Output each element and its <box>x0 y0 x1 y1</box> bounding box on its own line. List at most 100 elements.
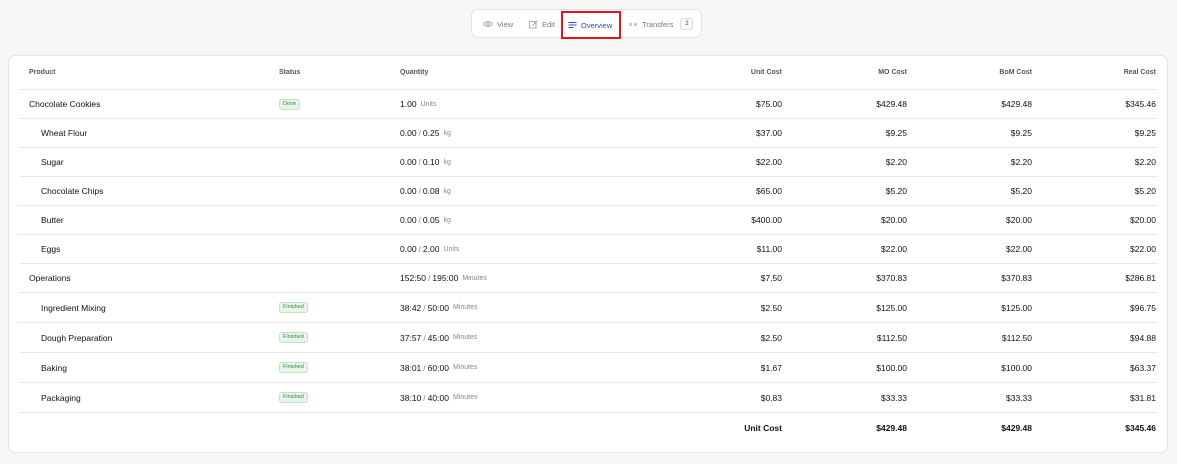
footer-label: Unit Cost <box>744 423 782 433</box>
real-cost: $2.20 <box>1134 157 1156 167</box>
quantity-cell: 38:42/50:00 Minutes <box>400 293 477 322</box>
table-row[interactable]: Butter 0.00/0.05 kg $400.00 $20.00 $20.00 $20.… <box>19 206 1158 235</box>
tab-edit[interactable]: Edit <box>523 13 560 35</box>
real-cost: $286.81 <box>1125 273 1156 283</box>
mo-cost: $112.50 <box>876 332 907 343</box>
status-badge: Finished <box>279 392 308 403</box>
qty-total: 0.25 <box>422 128 440 138</box>
qty-total: 60:00 <box>427 362 449 373</box>
header-product: Product <box>29 69 56 76</box>
mo-cost: $429.48 <box>876 99 907 109</box>
qty-separator: / <box>423 302 426 313</box>
mo-cost: $370.83 <box>876 273 907 283</box>
qty-unit: Minutes <box>462 274 487 282</box>
status-badge: Finished <box>279 332 308 343</box>
table-group-row[interactable]: Operations 152:50/195:00 Minutes $7.50 $370.… <box>19 264 1158 293</box>
tab-overview[interactable]: Overview <box>561 11 621 39</box>
qty-unit: Minutes <box>452 364 478 371</box>
quantity-cell: 1.00 Units <box>400 90 437 118</box>
real-cost: $345.46 <box>1125 99 1156 109</box>
qty-separator: / <box>418 186 421 196</box>
unit-cost: $11.00 <box>756 244 782 254</box>
real-cost: $31.81 <box>1130 392 1156 403</box>
footer-real-cost: $345.46 <box>1125 423 1156 433</box>
unit-cost: $37.00 <box>756 128 782 138</box>
quantity-cell: 0.00/0.10 kg <box>400 148 451 176</box>
bom-cost: $22.00 <box>1006 244 1032 254</box>
bom-cost: $5.20 <box>1010 186 1032 196</box>
quantity-cell: 37:57/45:00 Minutes <box>400 323 477 352</box>
quantity-cell: 0.00/2.00 Units <box>400 235 459 263</box>
table-row[interactable]: Baking Finished 38:01/60:00 Minutes $1.67 $10… <box>19 353 1158 383</box>
table-row[interactable]: Eggs 0.00/2.00 Units $11.00 $22.00 $22.00 $22.… <box>19 235 1158 264</box>
view-switcher: View Edit Overview Transfers 2 <box>471 9 702 39</box>
quantity-cell: 38:10/40:00 Minutes <box>400 383 477 412</box>
header-quantity: Quantity <box>400 69 429 76</box>
qty-total: 0.10 <box>422 157 440 167</box>
qty-done: 37:57 <box>400 332 422 343</box>
qty-unit: Minutes <box>452 334 478 341</box>
table-row[interactable]: Wheat Flour 0.00/0.25 kg $37.00 $9.25 $9.25 $9… <box>19 119 1158 148</box>
table-row[interactable]: Sugar 0.00/0.10 kg $22.00 $2.20 $2.20 $2.20 <box>19 148 1158 177</box>
qty-done: 38:42 <box>400 302 422 313</box>
product-name: Operations <box>29 273 71 283</box>
table-group-row[interactable]: Chocolate Cookies Done 1.00 Units $75.00 $429… <box>19 90 1158 119</box>
real-cost: $9.25 <box>1134 128 1156 138</box>
product-name: Wheat Flour <box>41 128 88 138</box>
unit-cost: $1.67 <box>760 362 782 373</box>
mo-cost: $100.00 <box>876 362 907 373</box>
qty-separator: / <box>418 215 421 225</box>
mo-cost: $5.20 <box>885 186 907 196</box>
mo-cost: $20.00 <box>881 215 907 225</box>
header-unit-cost: Unit Cost <box>750 69 782 76</box>
qty-done: 0.00 <box>400 186 417 196</box>
real-cost: $94.88 <box>1130 332 1156 343</box>
tab-edit-label: Edit <box>542 19 555 29</box>
tab-transfers[interactable]: Transfers 2 <box>623 13 698 35</box>
real-cost: $5.20 <box>1134 186 1156 196</box>
product-name: Packaging <box>41 392 81 403</box>
mo-cost: $125.00 <box>876 302 907 313</box>
bom-cost: $370.83 <box>1001 273 1032 283</box>
unit-cost: $2.50 <box>760 302 782 313</box>
qty-total: 0.05 <box>422 215 440 225</box>
edit-icon <box>528 19 538 29</box>
qty-total: 45:00 <box>427 332 449 343</box>
product-name: Chocolate Chips <box>41 186 104 196</box>
qty-done: 0.00 <box>400 157 417 167</box>
qty-unit: Minutes <box>452 304 478 311</box>
tab-view[interactable]: View <box>478 13 518 35</box>
table-row[interactable]: Dough Preparation Finished 37:57/45:00 Minu… <box>19 323 1158 353</box>
bom-cost: $125.00 <box>1001 302 1032 313</box>
bom-cost: $112.50 <box>1001 332 1032 343</box>
qty-unit: kg <box>443 216 451 224</box>
unit-cost: $400.00 <box>751 215 782 225</box>
qty-done: 38:10 <box>400 392 422 403</box>
qty-separator: / <box>423 362 426 373</box>
header-mo-cost: MO Cost <box>878 69 907 76</box>
product-name: Chocolate Cookies <box>29 99 101 109</box>
product-name: Baking <box>41 362 67 373</box>
bom-cost: $20.00 <box>1006 215 1032 225</box>
quantity-cell: 0.00/0.25 kg <box>400 119 451 147</box>
qty-total: 2.00 <box>422 244 440 254</box>
status-cell: Finished <box>279 323 308 352</box>
tab-transfers-label: Transfers <box>642 19 674 29</box>
real-cost: $22.00 <box>1130 244 1156 254</box>
bom-cost: $2.20 <box>1010 157 1032 167</box>
qty-done: 0.00 <box>400 244 417 254</box>
mo-cost: $2.20 <box>885 157 907 167</box>
table-row[interactable]: Packaging Finished 38:10/40:00 Minutes $0.83… <box>19 383 1158 413</box>
qty-done: 0.00 <box>400 128 417 138</box>
qty-separator: / <box>418 244 421 254</box>
product-name: Butter <box>41 215 64 225</box>
status-badge: Done <box>279 98 301 110</box>
table-row[interactable]: Chocolate Chips 0.00/0.08 kg $65.00 $5.20 $5.… <box>19 177 1158 206</box>
bom-cost: $9.25 <box>1010 128 1032 138</box>
qty-unit: kg <box>443 158 451 166</box>
unit-cost: $0.83 <box>760 392 782 403</box>
status-badge: Finished <box>279 302 308 313</box>
real-cost: $63.37 <box>1130 362 1156 373</box>
table-row[interactable]: Ingredient Mixing Finished 38:42/50:00 Minu… <box>19 293 1158 323</box>
product-name: Sugar <box>41 157 64 167</box>
